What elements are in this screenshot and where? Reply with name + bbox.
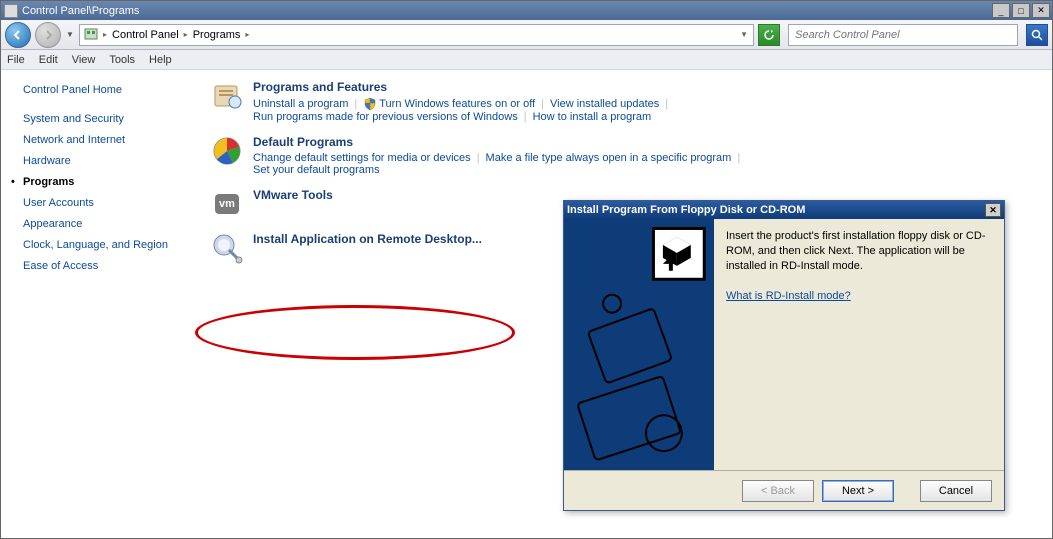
window-title: Control Panel\Programs (22, 5, 139, 17)
back-button: < Back (742, 480, 814, 502)
crumb-sep-icon: ▸ (245, 30, 249, 39)
section-title[interactable]: Install Application on Remote Desktop... (253, 232, 482, 246)
sidebar-item-user-accounts[interactable]: User Accounts (23, 197, 191, 209)
search-icon (1031, 29, 1043, 41)
search-button[interactable] (1026, 24, 1048, 46)
section-default-programs: Default Programs Change default settings… (211, 135, 1042, 176)
section-title[interactable]: Programs and Features (253, 80, 674, 94)
title-bar: Control Panel\Programs _ □ ✕ (1, 1, 1052, 20)
addr-drop-icon[interactable]: ▼ (740, 30, 748, 39)
programs-features-icon (211, 80, 243, 112)
app-icon (4, 4, 18, 18)
refresh-button[interactable] (758, 24, 780, 46)
close-button[interactable]: ✕ (1032, 3, 1050, 18)
menu-bar: File Edit View Tools Help (1, 50, 1052, 70)
crumb-programs[interactable]: Programs (193, 29, 241, 41)
install-remote-icon (211, 232, 243, 264)
search-input[interactable] (793, 28, 1013, 42)
nav-toolbar: ▼ ▸ Control Panel ▸ Programs ▸ ▼ (1, 20, 1052, 50)
section-title[interactable]: VMware Tools (253, 188, 333, 202)
annotation-circle (195, 305, 515, 360)
maximize-button[interactable]: □ (1012, 3, 1030, 18)
arrow-left-icon (12, 29, 24, 41)
menu-help[interactable]: Help (149, 54, 172, 66)
sidebar-item-hardware[interactable]: Hardware (23, 155, 191, 167)
sidebar-item-appearance[interactable]: Appearance (23, 218, 191, 230)
sidebar-item-programs[interactable]: Programs (23, 176, 191, 188)
refresh-icon (763, 29, 775, 41)
crumb-sep-icon: ▸ (184, 30, 188, 39)
minimize-button[interactable]: _ (992, 3, 1010, 18)
next-button[interactable]: Next > (822, 480, 894, 502)
link-view-updates[interactable]: View installed updates (550, 98, 659, 110)
crumb-sep-icon: ▸ (103, 30, 107, 39)
dialog-body-text: Insert the product's first installation … (726, 229, 992, 274)
sidebar-item-system-security[interactable]: System and Security (23, 113, 191, 125)
link-how-install[interactable]: How to install a program (533, 111, 652, 123)
dialog-graphic (564, 219, 714, 470)
sidebar-item-ease-access[interactable]: Ease of Access (23, 260, 191, 272)
shield-icon (363, 97, 377, 111)
dialog-button-row: < Back Next > Cancel (564, 471, 1004, 511)
menu-view[interactable]: View (72, 54, 96, 66)
sidebar-item-clock-lang[interactable]: Clock, Language, and Region (23, 239, 191, 251)
menu-file[interactable]: File (7, 54, 25, 66)
forward-button[interactable] (35, 22, 61, 48)
rd-install-link[interactable]: What is RD-Install mode? (726, 290, 851, 302)
section-programs-features: Programs and Features Uninstall a progra… (211, 80, 1042, 123)
vmware-icon: vm (211, 188, 243, 220)
dialog-title: Install Program From Floppy Disk or CD-R… (567, 204, 805, 216)
link-run-prev[interactable]: Run programs made for previous versions … (253, 111, 518, 123)
search-box[interactable] (788, 24, 1018, 46)
install-dialog: Install Program From Floppy Disk or CD-R… (563, 200, 1005, 511)
history-dropdown[interactable]: ▼ (65, 22, 75, 48)
link-filetype[interactable]: Make a file type always open in a specif… (486, 152, 732, 164)
link-change-defaults[interactable]: Change default settings for media or dev… (253, 152, 471, 164)
link-set-defaults[interactable]: Set your default programs (253, 164, 380, 176)
default-programs-icon (211, 135, 243, 167)
crumb-control-panel[interactable]: Control Panel (112, 29, 179, 41)
control-panel-icon (84, 28, 98, 42)
sidebar-item-home[interactable]: Control Panel Home (23, 84, 191, 96)
back-button[interactable] (5, 22, 31, 48)
link-uninstall[interactable]: Uninstall a program (253, 98, 348, 110)
cancel-button[interactable]: Cancel (920, 480, 992, 502)
menu-edit[interactable]: Edit (39, 54, 58, 66)
sidebar-item-network[interactable]: Network and Internet (23, 134, 191, 146)
arrow-right-icon (42, 29, 54, 41)
dialog-content: Insert the product's first installation … (714, 219, 1004, 470)
menu-tools[interactable]: Tools (109, 54, 135, 66)
sidebar: Control Panel Home System and Security N… (1, 70, 201, 538)
section-title[interactable]: Default Programs (253, 135, 746, 149)
dialog-close-button[interactable]: ✕ (985, 203, 1001, 217)
dialog-title-bar[interactable]: Install Program From Floppy Disk or CD-R… (564, 201, 1004, 219)
address-bar[interactable]: ▸ Control Panel ▸ Programs ▸ ▼ (79, 24, 754, 46)
link-turn-features[interactable]: Turn Windows features on or off (379, 98, 535, 110)
